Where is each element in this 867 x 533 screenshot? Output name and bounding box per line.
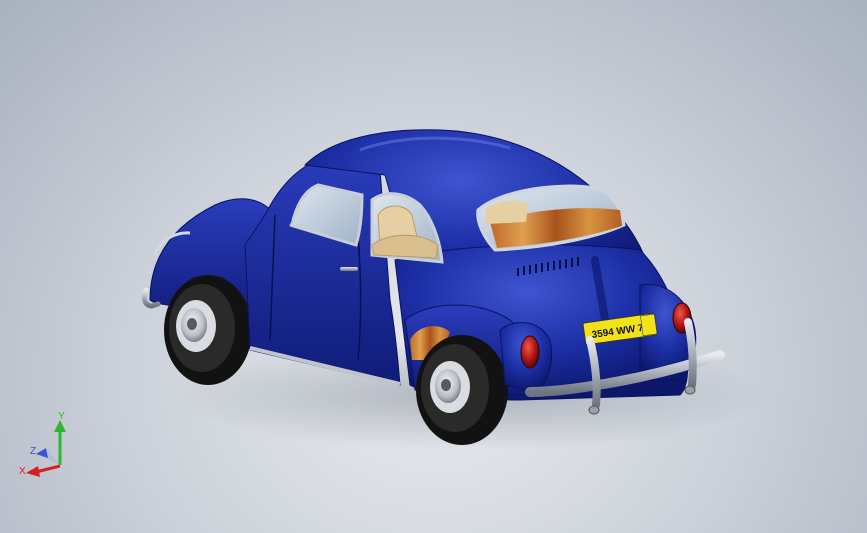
x-axis-label: X (19, 466, 26, 477)
front-wheel (164, 275, 252, 385)
x-arrow-icon (26, 466, 40, 477)
car-model[interactable]: 3594 WW 75 (0, 0, 867, 533)
door-handle (340, 267, 358, 271)
taillight-left (520, 335, 540, 369)
x-axis (35, 464, 61, 474)
y-axis-label: Y (58, 411, 65, 422)
z-axis-label: Z (30, 446, 36, 457)
axis-triad[interactable]: Y Z X (18, 410, 78, 485)
rear-wheel (416, 335, 508, 445)
3d-viewport[interactable]: 3594 WW 75 Y Z X (0, 0, 867, 533)
